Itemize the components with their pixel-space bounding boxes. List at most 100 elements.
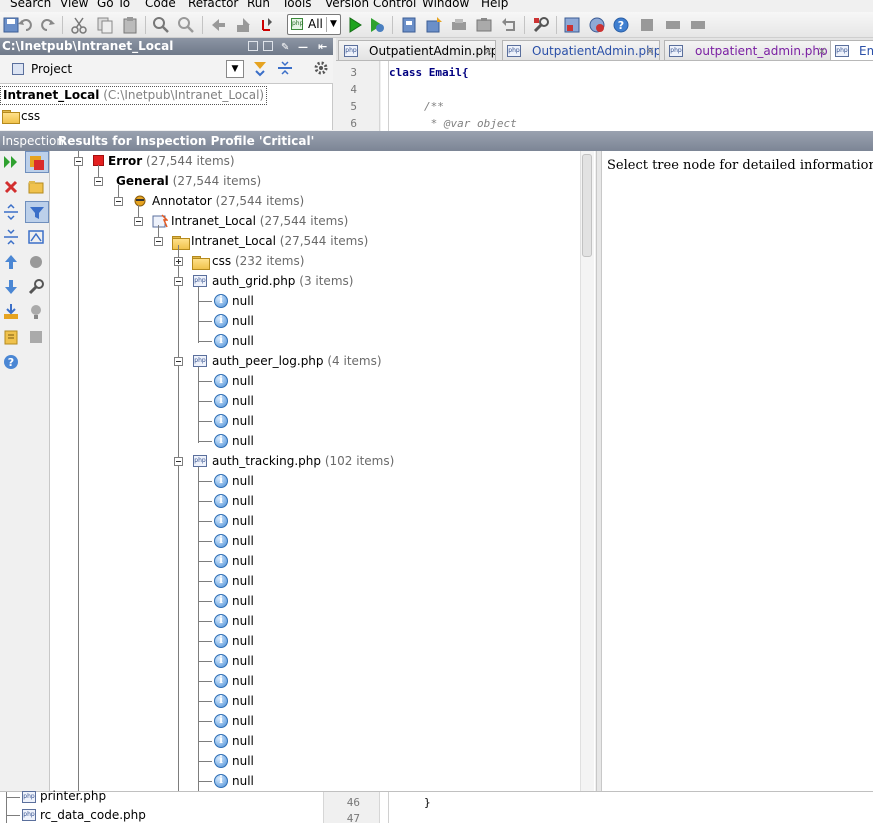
tree-node-problem[interactable]: null [232,311,254,331]
collapse-toggle[interactable] [114,197,123,206]
restore-icon[interactable] [248,41,258,51]
tree-node-problem[interactable]: null [232,651,254,671]
tree-node-general[interactable]: General (27,544 items) [116,171,261,191]
tree-node-problem[interactable]: null [232,411,254,431]
menu-code[interactable]: Code [145,0,176,10]
file-node[interactable]: printer.php [40,789,106,803]
tree-node-problem[interactable]: null [232,391,254,411]
maximize-icon[interactable] [263,41,273,51]
debug-icon[interactable] [368,16,386,34]
tree-node-problem[interactable]: null [232,531,254,551]
project-view-dropdown[interactable]: ▼ [226,60,244,78]
tab-email[interactable]: php Em [830,40,873,60]
menu-help[interactable]: Help [481,0,508,10]
gear-icon[interactable] [313,59,331,77]
run-config-select[interactable]: php All ▼ [287,14,341,35]
code-editor[interactable]: class Email{ /** * @var object [381,61,873,131]
filter-toggle[interactable] [25,201,49,223]
tree-node-file[interactable]: auth_tracking.php (102 items) [212,451,394,471]
tree-node-file[interactable]: auth_peer_log.php (4 items) [212,351,382,371]
group-by-severity-toggle[interactable] [25,151,49,173]
settings-icon[interactable] [532,16,550,34]
menu-window[interactable]: Window [422,0,469,10]
tree-node-problem[interactable]: null [232,551,254,571]
collapse-all-icon[interactable] [1,227,21,247]
tree-node-problem[interactable]: null [232,491,254,511]
close-icon[interactable]: × [645,41,655,60]
tree-node-problem[interactable]: null [232,731,254,751]
tree-node-file[interactable]: auth_grid.php (3 items) [212,271,353,291]
redo-icon[interactable] [38,16,56,34]
file-node[interactable]: rc_data_code.php [40,808,146,822]
tab-outpatientadmin-2[interactable]: php OutpatientAdmin.php × [502,40,660,60]
upload-icon[interactable] [425,16,443,34]
next-icon[interactable] [1,277,21,297]
tree-node-annotator[interactable]: Annotator (27,544 items) [152,191,304,211]
forward-icon[interactable] [234,16,252,34]
tree-node-problem[interactable]: null [232,431,254,451]
deploy-icon[interactable] [400,16,418,34]
lightbulb-icon[interactable] [26,302,46,322]
collapse-toggle[interactable] [134,217,143,226]
tree-node-problem[interactable]: null [232,511,254,531]
tree-node-problem[interactable]: null [232,771,254,791]
close-icon[interactable] [1,177,21,197]
collapse-all-icon[interactable] [276,59,294,77]
rerun-icon[interactable] [1,152,21,172]
tree-node-problem[interactable]: null [232,571,254,591]
close-icon[interactable]: × [483,41,493,60]
cut-icon[interactable] [70,16,88,34]
plugin-icon[interactable] [638,16,656,34]
tree-node-problem[interactable]: null [232,631,254,651]
inspection-tab-label[interactable]: Inspection [2,131,64,151]
find-icon[interactable] [152,16,170,34]
tree-node-problem[interactable]: null [232,671,254,691]
scrollbar-thumb[interactable] [582,154,592,257]
project-structure-icon[interactable] [563,16,581,34]
console-icon[interactable] [689,16,707,34]
collapse-toggle[interactable] [174,357,183,366]
tree-node-module[interactable]: Intranet_Local (27,544 items) [171,211,348,231]
tree-node-problem[interactable]: null [232,591,254,611]
project-root-node[interactable]: Intranet_Local (C:\Inetpub\Intranet_Loca… [0,86,268,105]
close-icon[interactable]: × [817,41,827,60]
edit-settings-icon[interactable] [1,327,21,347]
menu-view[interactable]: View [60,0,88,10]
terminal-icon[interactable] [664,16,682,34]
group-by-directory-icon[interactable] [26,177,46,197]
gear-icon[interactable] [26,252,46,272]
tab-outpatient-admin[interactable]: php outpatient_admin.php × [664,40,832,60]
diff-icon[interactable] [26,227,46,247]
help-icon[interactable]: ? [1,352,21,372]
project-node-css[interactable]: css [21,107,40,125]
menu-refactor[interactable]: Refactor [188,0,238,10]
tree-node-problem[interactable]: null [232,331,254,351]
back-icon[interactable] [209,16,227,34]
code-editor-bottom[interactable]: } [381,792,873,823]
expand-all-icon[interactable] [1,202,21,222]
export-icon[interactable] [1,302,21,322]
suppress-icon[interactable] [26,327,46,347]
tree-node-problem[interactable]: null [232,371,254,391]
expand-toggle[interactable] [174,257,183,266]
collapse-toggle[interactable] [154,237,163,246]
menu-goto[interactable]: Go To [97,0,130,10]
undo-icon[interactable] [17,16,35,34]
tree-node-css[interactable]: css (232 items) [212,251,304,271]
paste-icon[interactable] [121,16,139,34]
tree-node-problem[interactable]: null [232,291,254,311]
hide-panel-icon[interactable]: ⇤ [318,38,327,55]
tree-node-error[interactable]: Error (27,544 items) [108,151,235,171]
scroll-from-source-icon[interactable] [251,59,269,77]
server-icon[interactable] [475,16,493,34]
menu-search[interactable]: Search [10,0,51,10]
tree-node-problem[interactable]: null [232,611,254,631]
menu-tools[interactable]: Tools [282,0,312,10]
replace-icon[interactable] [177,16,195,34]
pin-icon[interactable]: ✎ [281,39,289,55]
run-icon[interactable] [346,16,364,34]
copy-icon[interactable] [96,16,114,34]
tree-node-problem[interactable]: null [232,751,254,771]
sync-icon[interactable] [450,16,468,34]
revert-icon[interactable] [500,16,518,34]
